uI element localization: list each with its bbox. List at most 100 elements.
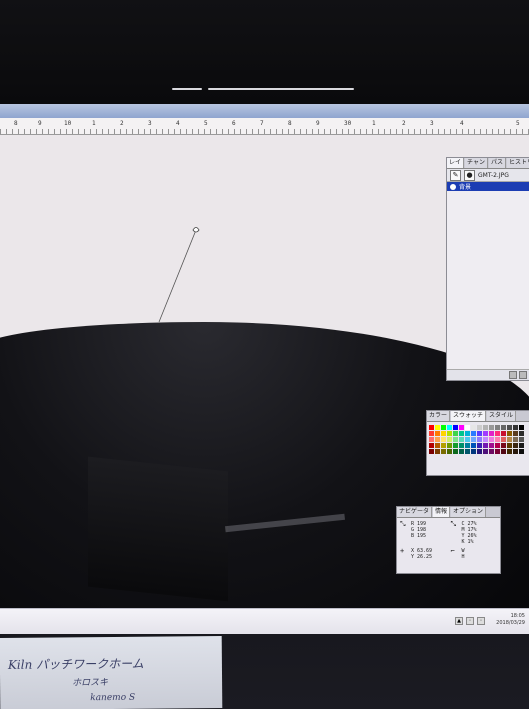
- new-layer-icon[interactable]: [509, 371, 517, 379]
- color-swatch[interactable]: [483, 449, 488, 454]
- eye-icon[interactable]: [450, 183, 456, 190]
- color-swatch[interactable]: [435, 431, 440, 436]
- trash-icon[interactable]: [519, 371, 527, 379]
- snapshot-icon[interactable]: ●: [464, 169, 475, 181]
- color-swatch[interactable]: [513, 437, 518, 442]
- color-swatch[interactable]: [489, 425, 494, 430]
- color-swatch[interactable]: [483, 437, 488, 442]
- color-swatch[interactable]: [495, 425, 500, 430]
- color-swatch[interactable]: [489, 437, 494, 442]
- color-swatch[interactable]: [447, 443, 452, 448]
- taskbar-clock[interactable]: 18:05 2018/03/29: [496, 613, 525, 627]
- color-swatch[interactable]: [519, 449, 524, 454]
- color-swatch[interactable]: [429, 425, 434, 430]
- tab-swatches[interactable]: スウォッチ: [451, 411, 487, 421]
- tab-navigator[interactable]: ナビゲータ: [397, 507, 433, 517]
- color-swatch[interactable]: [507, 431, 512, 436]
- color-swatch[interactable]: [465, 449, 470, 454]
- color-swatch[interactable]: [471, 449, 476, 454]
- color-swatch[interactable]: [447, 431, 452, 436]
- color-swatch[interactable]: [435, 449, 440, 454]
- color-swatch[interactable]: [435, 437, 440, 442]
- color-swatch[interactable]: [519, 431, 524, 436]
- tab-options[interactable]: オプション: [451, 507, 487, 517]
- color-swatch[interactable]: [477, 431, 482, 436]
- volume-icon[interactable]: ◦: [477, 617, 485, 625]
- color-swatch[interactable]: [519, 437, 524, 442]
- color-swatch[interactable]: [459, 425, 464, 430]
- color-swatch[interactable]: [489, 449, 494, 454]
- color-swatch[interactable]: [441, 431, 446, 436]
- color-swatch[interactable]: [501, 431, 506, 436]
- color-swatch[interactable]: [459, 431, 464, 436]
- color-swatch[interactable]: [459, 437, 464, 442]
- color-swatch[interactable]: [513, 425, 518, 430]
- color-swatch[interactable]: [459, 449, 464, 454]
- tab-channels[interactable]: チャン: [465, 158, 488, 168]
- color-swatch[interactable]: [441, 449, 446, 454]
- color-swatch[interactable]: [471, 431, 476, 436]
- swatches-panel[interactable]: カラー スウォッチ スタイル: [426, 410, 529, 476]
- color-swatch[interactable]: [441, 443, 446, 448]
- tab-layers[interactable]: レイ: [447, 158, 465, 168]
- color-swatch[interactable]: [495, 431, 500, 436]
- color-swatch[interactable]: [477, 425, 482, 430]
- color-swatch[interactable]: [429, 443, 434, 448]
- color-swatch[interactable]: [507, 437, 512, 442]
- color-swatch[interactable]: [483, 431, 488, 436]
- color-swatch[interactable]: [429, 437, 434, 442]
- color-swatch[interactable]: [489, 431, 494, 436]
- color-swatch[interactable]: [489, 443, 494, 448]
- color-swatch[interactable]: [465, 443, 470, 448]
- color-swatch[interactable]: [519, 443, 524, 448]
- color-swatch[interactable]: [501, 443, 506, 448]
- color-swatch[interactable]: [477, 437, 482, 442]
- color-swatch[interactable]: [453, 425, 458, 430]
- color-swatch[interactable]: [495, 443, 500, 448]
- color-swatch[interactable]: [501, 437, 506, 442]
- color-swatch[interactable]: [483, 443, 488, 448]
- color-swatch[interactable]: [429, 431, 434, 436]
- language-icon[interactable]: ▲: [455, 617, 463, 625]
- color-swatch[interactable]: [435, 443, 440, 448]
- color-swatch[interactable]: [507, 443, 512, 448]
- layer-row-background[interactable]: 背景: [447, 182, 529, 191]
- tab-paths[interactable]: パス: [488, 158, 506, 168]
- brush-icon[interactable]: ✎: [450, 169, 461, 181]
- color-swatch[interactable]: [513, 443, 518, 448]
- color-swatch[interactable]: [495, 449, 500, 454]
- color-swatch[interactable]: [483, 425, 488, 430]
- color-swatch[interactable]: [453, 443, 458, 448]
- color-swatch[interactable]: [501, 425, 506, 430]
- color-swatch[interactable]: [465, 425, 470, 430]
- color-swatch[interactable]: [513, 449, 518, 454]
- color-swatch[interactable]: [429, 449, 434, 454]
- network-icon[interactable]: ◦: [466, 617, 474, 625]
- color-swatch[interactable]: [441, 437, 446, 442]
- color-swatch[interactable]: [507, 449, 512, 454]
- layers-panel[interactable]: レイ チャン パス ヒストリー ✎ ● GMT-2.JPG 背景: [446, 157, 529, 381]
- tab-history[interactable]: ヒストリー: [506, 158, 529, 168]
- color-swatch[interactable]: [471, 443, 476, 448]
- tab-info[interactable]: 情報: [433, 507, 451, 517]
- color-swatch[interactable]: [465, 437, 470, 442]
- tab-color[interactable]: カラー: [427, 411, 451, 421]
- color-swatch[interactable]: [519, 425, 524, 430]
- color-swatch[interactable]: [495, 437, 500, 442]
- color-swatch[interactable]: [501, 449, 506, 454]
- color-swatch[interactable]: [447, 437, 452, 442]
- color-swatch[interactable]: [477, 449, 482, 454]
- tab-styles[interactable]: スタイル: [487, 411, 517, 421]
- color-swatch[interactable]: [507, 425, 512, 430]
- color-swatch[interactable]: [453, 449, 458, 454]
- color-swatch[interactable]: [453, 431, 458, 436]
- color-swatch[interactable]: [477, 443, 482, 448]
- color-swatch[interactable]: [441, 425, 446, 430]
- color-swatch[interactable]: [447, 449, 452, 454]
- color-swatch[interactable]: [465, 431, 470, 436]
- color-swatch[interactable]: [459, 443, 464, 448]
- color-swatch[interactable]: [471, 437, 476, 442]
- info-panel[interactable]: ナビゲータ 情報 オプション ⤡ R G B 199 198 195 ⤡ C M…: [396, 506, 501, 574]
- color-swatch[interactable]: [447, 425, 452, 430]
- color-swatch[interactable]: [471, 425, 476, 430]
